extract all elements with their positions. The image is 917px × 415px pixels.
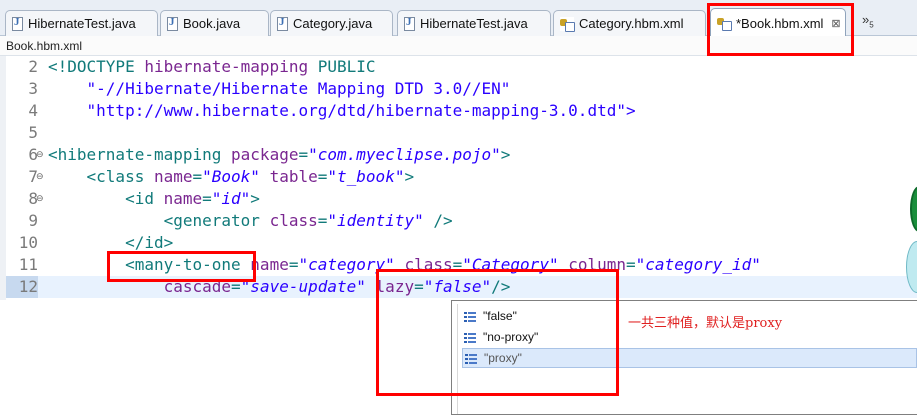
line-number: 12 (18, 277, 38, 296)
doctype-name: hibernate-mapping (144, 57, 309, 76)
xml-tag: <hibernate-mapping (48, 145, 232, 164)
xml-attribute: package (231, 145, 299, 164)
xml-value: "id" (211, 189, 251, 208)
xml-tag-end: /> (423, 211, 453, 230)
line-number: 10 (18, 233, 38, 252)
line-number: 5 (28, 123, 38, 142)
highlight-box-many-to-one (107, 251, 256, 282)
annotation-note: 一共三种值，默认是proxy (628, 316, 783, 331)
xml-tag-end: > (500, 145, 511, 164)
code-line[interactable]: <class name="Book" table="t_book"> (48, 166, 415, 188)
line-number-gutter: 2 3 4 5 6 7 8 9 10 11 12 (8, 56, 38, 300)
xml-value: "identity" (327, 211, 424, 230)
xml-attribute: name (163, 189, 203, 208)
tab-label: Category.java (293, 16, 373, 31)
line-number: 3 (28, 79, 38, 98)
tab-category-java[interactable]: Category.java (270, 10, 393, 36)
tab-overflow-count: 5 (869, 20, 874, 30)
xml-value: "com.myeclipse.pojo" (308, 145, 501, 164)
tab-hibernatetest-java-2[interactable]: HibernateTest.java (397, 10, 551, 36)
highlight-box-lazy-values (376, 269, 619, 396)
xml-attribute: table (269, 167, 318, 186)
line-number: 9 (28, 211, 38, 230)
xml-tag: <id (125, 189, 164, 208)
line-number: 7 (28, 167, 38, 186)
line-number: 2 (28, 57, 38, 76)
code-line[interactable]: <!DOCTYPE hibernate-mapping PUBLIC (48, 56, 376, 78)
java-file-icon (277, 16, 288, 31)
fold-collapse-icon[interactable]: ⊖ (36, 172, 44, 182)
xml-file-icon (560, 16, 575, 32)
tab-hibernatetest-java-1[interactable]: HibernateTest.java (5, 10, 158, 36)
java-file-icon (404, 16, 415, 31)
overview-ruler (0, 56, 6, 300)
xml-tag: <generator (163, 211, 270, 230)
java-file-icon (167, 16, 178, 31)
xml-equals: = (317, 167, 328, 186)
xml-attribute: name (153, 167, 193, 186)
line-number: 6 (28, 145, 38, 164)
code-line[interactable]: <hibernate-mapping package="com.myeclips… (48, 144, 510, 166)
xml-equals: = (298, 145, 309, 164)
tab-overflow-button[interactable]: »5 (862, 12, 874, 30)
xml-value: "t_book" (327, 167, 405, 186)
line-number: 11 (18, 255, 38, 274)
tab-label: HibernateTest.java (420, 16, 528, 31)
plugin-badge-icon (910, 186, 917, 232)
fold-collapse-icon[interactable]: ⊖ (36, 150, 44, 160)
xml-equals: = (317, 211, 328, 230)
code-line[interactable]: <id name="id"> (48, 188, 260, 210)
xml-tag-end: > (250, 189, 260, 208)
xml-tag: <class (86, 167, 154, 186)
xml-equals: = (202, 189, 212, 208)
code-line[interactable]: "-//Hibernate/Hibernate Mapping DTD 3.0/… (48, 78, 511, 100)
tab-label: Category.hbm.xml (579, 16, 684, 31)
xml-tag: </id> (125, 233, 174, 252)
highlight-box-active-tab (707, 3, 854, 56)
xml-value: "Book" (202, 167, 260, 186)
line-number: 4 (28, 101, 38, 120)
xml-value: "save-update" (240, 277, 366, 296)
tab-label: HibernateTest.java (28, 16, 136, 31)
code-line[interactable]: "http://www.hibernate.org/dtd/hibernate-… (48, 100, 636, 122)
xml-attribute: name (250, 255, 289, 274)
tab-category-hbm-xml[interactable]: Category.hbm.xml (553, 10, 706, 36)
xml-value: "category_id" (635, 255, 761, 274)
xml-equals: = (626, 255, 636, 274)
line-number: 8 (28, 189, 38, 208)
doctype-keyword: <!DOCTYPE (48, 57, 145, 76)
fold-collapse-icon[interactable]: ⊖ (36, 194, 44, 204)
xml-attribute: class (269, 211, 318, 230)
doctype-public: PUBLIC (308, 57, 376, 76)
tab-book-java[interactable]: Book.java (160, 10, 269, 36)
xml-equals: = (192, 167, 203, 186)
tab-label: Book.java (183, 16, 241, 31)
code-line[interactable]: <generator class="identity" /> (48, 210, 453, 232)
xml-tag-end: > (404, 167, 415, 186)
java-file-icon (12, 16, 23, 31)
